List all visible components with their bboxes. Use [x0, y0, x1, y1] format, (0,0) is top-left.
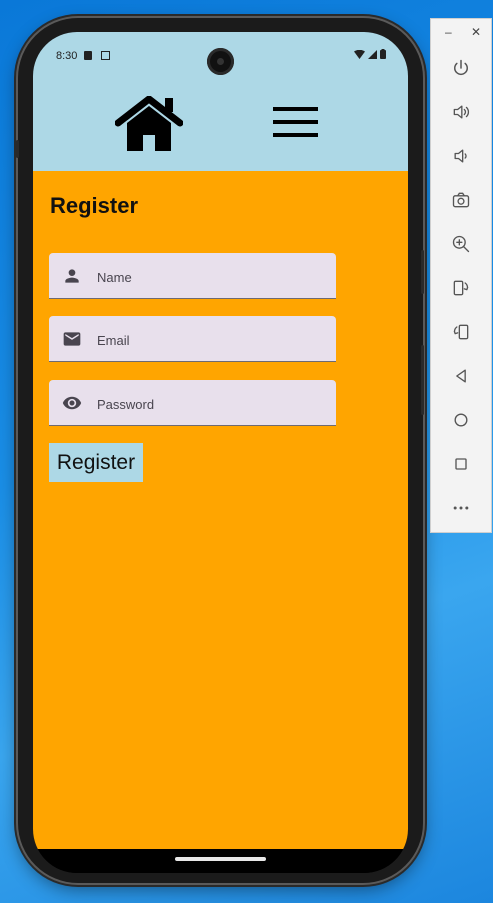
sd-card-icon — [84, 51, 92, 60]
minimize-icon[interactable]: – — [445, 25, 452, 39]
password-field[interactable]: Password — [49, 380, 336, 426]
status-icons — [354, 49, 386, 59]
home-gesture-handle[interactable] — [175, 857, 266, 861]
person-icon — [65, 269, 79, 283]
overview-button[interactable] — [448, 451, 474, 477]
register-content: Register Name Email Password Register — [33, 171, 408, 849]
phone-side-button — [421, 345, 424, 415]
home-circle-icon — [454, 413, 468, 427]
volume-down-button[interactable] — [448, 143, 474, 169]
battery-icon — [380, 49, 386, 59]
rotate-left-button[interactable] — [448, 275, 474, 301]
rotate-left-icon — [453, 280, 469, 296]
mail-icon — [63, 332, 81, 346]
name-placeholder: Name — [97, 270, 132, 285]
rotate-right-icon — [453, 324, 469, 340]
rotate-right-button[interactable] — [448, 319, 474, 345]
hamburger-menu-icon[interactable] — [273, 105, 319, 139]
name-field[interactable]: Name — [49, 253, 336, 299]
volume-up-button[interactable] — [448, 99, 474, 125]
app-header: 8:30 — [33, 32, 408, 171]
front-camera — [207, 48, 234, 75]
zoom-button[interactable] — [448, 231, 474, 257]
screenshot-button[interactable] — [448, 187, 474, 213]
close-icon[interactable]: ✕ — [471, 25, 481, 39]
emulator-panel: – ✕ — [430, 18, 492, 533]
camera-icon — [452, 192, 470, 208]
overview-icon — [455, 458, 467, 470]
email-field[interactable]: Email — [49, 316, 336, 362]
home-icon[interactable] — [115, 96, 183, 151]
back-button[interactable] — [448, 363, 474, 389]
power-button[interactable] — [448, 55, 474, 81]
signal-icon — [368, 50, 377, 59]
notification-icon — [101, 51, 110, 60]
register-button[interactable]: Register — [49, 443, 143, 482]
wifi-icon — [354, 50, 365, 59]
email-placeholder: Email — [97, 333, 130, 348]
power-icon — [454, 59, 468, 75]
zoom-in-icon — [452, 235, 470, 253]
status-time: 8:30 — [56, 50, 78, 62]
emulator-window-controls: – ✕ — [431, 25, 493, 39]
page-title: Register — [50, 193, 139, 218]
home-button[interactable] — [448, 407, 474, 433]
eye-icon[interactable] — [62, 393, 82, 413]
volume-up-icon — [453, 105, 469, 119]
back-icon — [456, 369, 466, 383]
gesture-nav-bar — [33, 849, 408, 873]
phone-side-button — [16, 140, 19, 158]
phone-side-button — [421, 250, 424, 294]
phone-screen: 8:30 Register Name Email Password Regist… — [33, 32, 408, 873]
password-placeholder: Password — [97, 397, 155, 412]
more-button[interactable] — [448, 495, 474, 521]
volume-down-icon — [454, 149, 467, 163]
more-icon — [453, 506, 469, 510]
